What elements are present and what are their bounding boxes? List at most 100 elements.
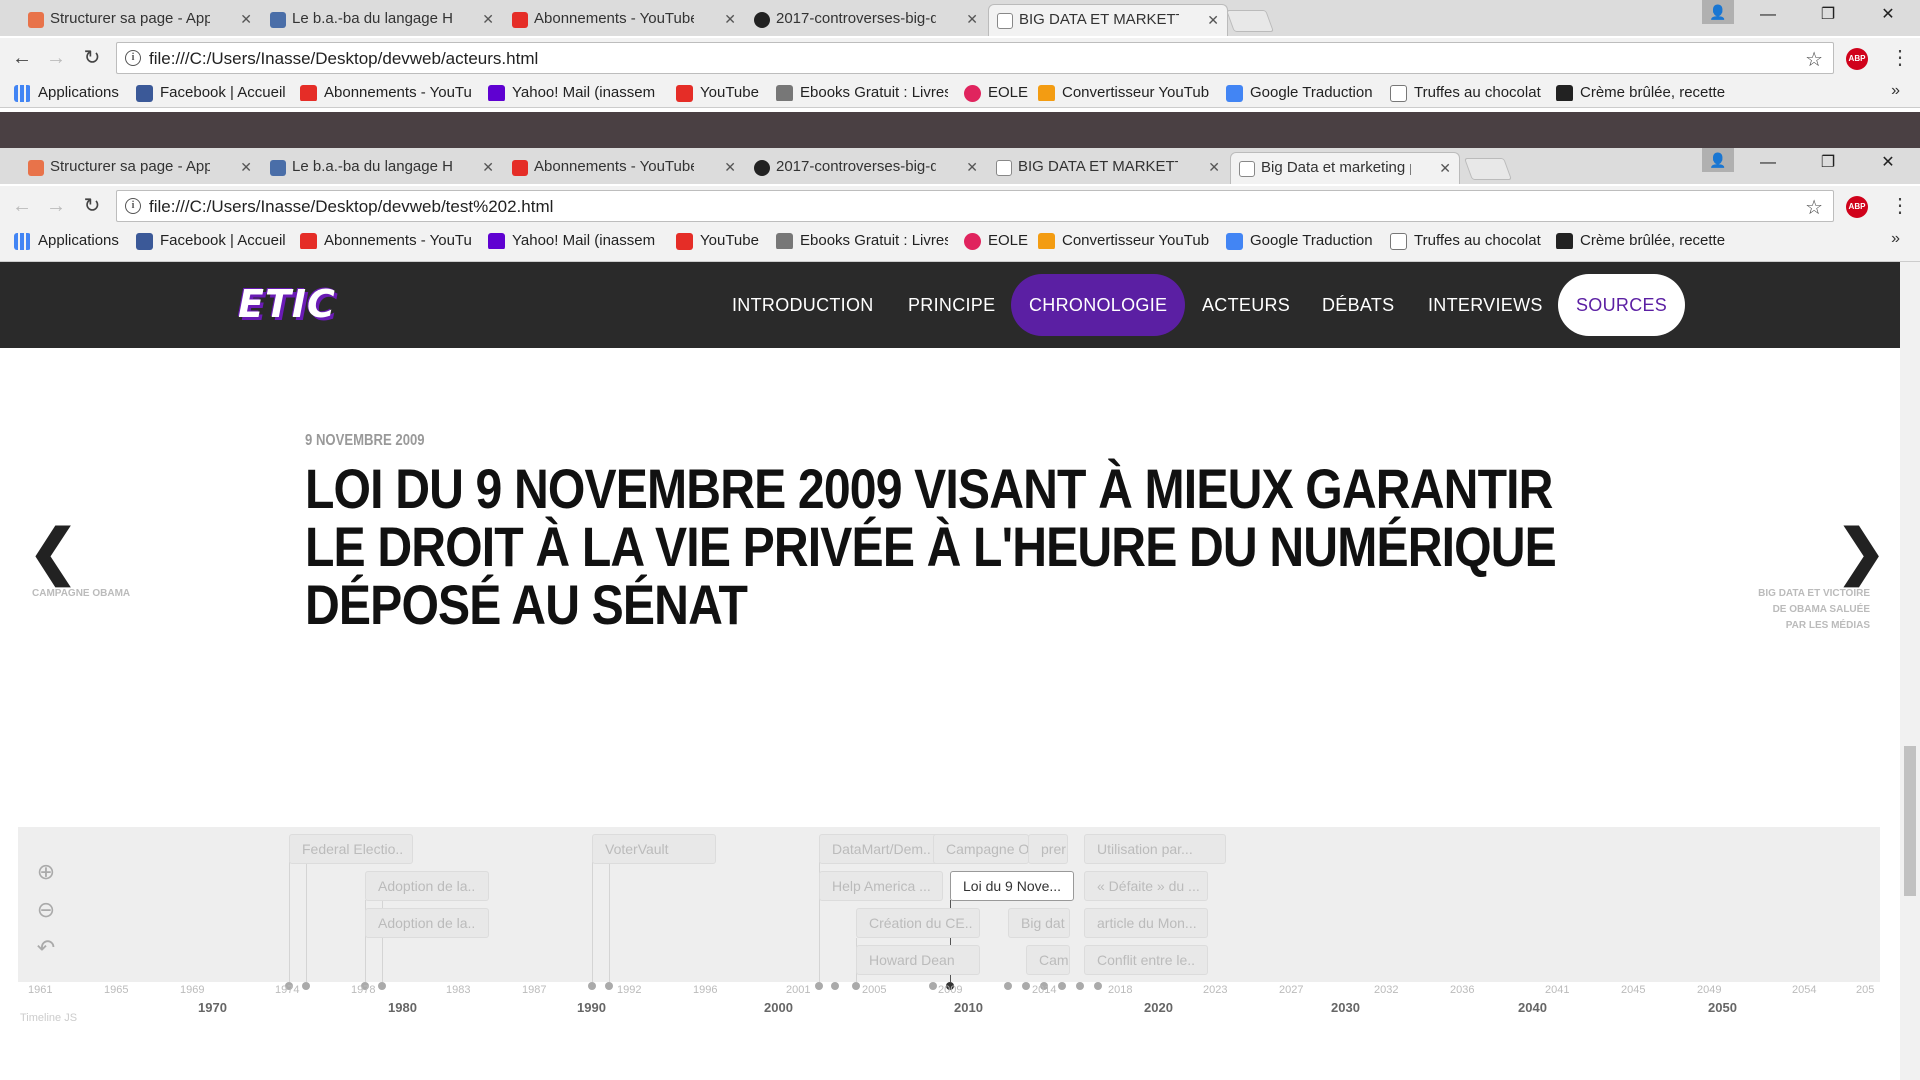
bookmark-abonnements[interactable]: Abonnements - YouTu	[300, 84, 472, 101]
restore-icon[interactable]: ❐	[1800, 0, 1856, 30]
browser1-tab-3[interactable]: Abonnements - YouTube ✕	[504, 4, 744, 36]
timeline-marker[interactable]: Federal Electio..	[289, 834, 413, 864]
url-text[interactable]: file:///C:/Users/Inasse/Desktop/devweb/a…	[149, 49, 538, 69]
bookmark-applications[interactable]: Applications	[14, 232, 119, 250]
close-icon[interactable]: ✕	[724, 4, 736, 34]
info-icon[interactable]: i	[125, 198, 141, 214]
bookmark-star-icon[interactable]: ☆	[1805, 195, 1823, 220]
bookmark-ebooks[interactable]: Ebooks Gratuit : Livres	[776, 84, 948, 101]
new-tab-button[interactable]	[1463, 158, 1513, 180]
bookmark-truffes[interactable]: Truffes au chocolat	[1390, 232, 1541, 250]
site-logo[interactable]: ETIC	[238, 282, 336, 326]
close-window-icon[interactable]: ✕	[1860, 0, 1916, 30]
timeline-marker[interactable]: Cam	[1026, 945, 1070, 975]
bookmark-convertisseur[interactable]: Convertisseur YouTub	[1038, 232, 1210, 249]
timeline-marker[interactable]: VoterVault	[592, 834, 716, 864]
timeline-marker[interactable]: Howard Dean	[856, 945, 980, 975]
close-icon[interactable]: ✕	[724, 152, 736, 182]
menu-icon[interactable]: ⋮	[1890, 46, 1910, 70]
next-slide-label[interactable]: BIG DATA ET VICTOIRE DE OBAMA SALUÉE PAR…	[1756, 586, 1870, 634]
close-icon[interactable]: ✕	[240, 4, 252, 34]
new-tab-button[interactable]	[1225, 10, 1275, 32]
bookmark-youtube[interactable]: YouTube	[676, 232, 759, 250]
prev-slide-label[interactable]: CAMPAGNE OBAMA	[32, 586, 152, 602]
address-bar[interactable]: i file:///C:/Users/Inasse/Desktop/devweb…	[116, 42, 1834, 74]
forward-icon[interactable]: →	[44, 194, 68, 218]
reload-icon[interactable]: ↻	[80, 194, 104, 218]
zoom-out-icon[interactable]: ⊖	[34, 898, 58, 922]
bookmark-star-icon[interactable]: ☆	[1805, 47, 1823, 72]
timeline-marker[interactable]: prer	[1028, 834, 1068, 864]
browser1-tab-4[interactable]: 2017-controverses-big-d ✕	[746, 4, 986, 36]
bookmark-yahoo-mail[interactable]: Yahoo! Mail (inassem	[488, 232, 660, 249]
bookmark-eole[interactable]: EOLE	[964, 84, 1028, 102]
minimize-icon[interactable]: —	[1740, 0, 1796, 30]
bookmark-facebook[interactable]: Facebook | Accueil	[136, 84, 286, 102]
bookmark-youtube[interactable]: YouTube	[676, 84, 759, 102]
timeline-marker[interactable]: Big dat	[1008, 908, 1070, 938]
close-icon[interactable]: ✕	[1439, 153, 1451, 183]
bookmark-ebooks[interactable]: Ebooks Gratuit : Livres	[776, 232, 948, 249]
timeline-marker[interactable]: article du Mon...	[1084, 908, 1208, 938]
bookmarks-overflow-icon[interactable]: »	[1891, 230, 1900, 248]
bookmark-convertisseur[interactable]: Convertisseur YouTub	[1038, 84, 1210, 101]
close-icon[interactable]: ✕	[966, 152, 978, 182]
back-icon[interactable]: ←	[10, 194, 34, 218]
bookmark-google-traduction[interactable]: Google Traduction	[1226, 232, 1373, 250]
bookmarks-overflow-icon[interactable]: »	[1891, 82, 1900, 100]
scrollbar-thumb[interactable]	[1904, 746, 1916, 896]
browser2-tab-4[interactable]: 2017-controverses-big-d ✕	[746, 152, 986, 184]
reload-icon[interactable]: ↻	[80, 46, 104, 70]
browser1-tab-2[interactable]: Le b.a.-ba du langage HT ✕	[262, 4, 502, 36]
forward-icon[interactable]: →	[44, 46, 68, 70]
close-icon[interactable]: ✕	[1208, 152, 1220, 182]
browser2-tab-2[interactable]: Le b.a.-ba du langage HT ✕	[262, 152, 502, 184]
close-icon[interactable]: ✕	[482, 4, 494, 34]
browser2-tab-5[interactable]: BIG DATA ET MARKETTIN ✕	[988, 152, 1228, 184]
close-icon[interactable]: ✕	[240, 152, 252, 182]
address-bar[interactable]: i file:///C:/Users/Inasse/Desktop/devweb…	[116, 190, 1834, 222]
menu-icon[interactable]: ⋮	[1890, 194, 1910, 218]
nav-debats[interactable]: DÉBATS	[1304, 274, 1412, 336]
adblock-icon[interactable]: ABP	[1846, 196, 1868, 218]
prev-slide-icon[interactable]: ❮	[28, 522, 78, 582]
timeline-marker[interactable]: DataMart/Dem..	[819, 834, 943, 864]
timeline-marker[interactable]: Création du CE..	[856, 908, 980, 938]
bookmark-eole[interactable]: EOLE	[964, 232, 1028, 250]
bookmark-abonnements[interactable]: Abonnements - YouTu	[300, 232, 472, 249]
close-icon[interactable]: ✕	[482, 152, 494, 182]
timeline-marker[interactable]: Adoption de la..	[365, 908, 489, 938]
back-icon[interactable]: ←	[10, 46, 34, 70]
nav-principe[interactable]: PRINCIPE	[890, 274, 1013, 336]
bookmark-applications[interactable]: Applications	[14, 84, 119, 102]
timeline-marker[interactable]: Utilisation par...	[1084, 834, 1226, 864]
next-slide-icon[interactable]: ❯	[1836, 522, 1886, 582]
browser2-tab-6[interactable]: Big Data et marketing pc ✕	[1230, 152, 1460, 184]
close-window-icon[interactable]: ✕	[1860, 148, 1916, 178]
adblock-icon[interactable]: ABP	[1846, 48, 1868, 70]
nav-chronologie[interactable]: CHRONOLOGIE	[1011, 274, 1186, 336]
browser2-tab-1[interactable]: Structurer sa page - App ✕	[20, 152, 260, 184]
nav-interviews[interactable]: INTERVIEWS	[1410, 274, 1561, 336]
timeline-marker[interactable]: Campagne O	[933, 834, 1029, 864]
bookmark-google-traduction[interactable]: Google Traduction	[1226, 84, 1373, 102]
profile-icon[interactable]: 👤	[1702, 0, 1734, 24]
timeline-marker[interactable]: « Défaite » du ...	[1084, 871, 1208, 901]
nav-sources[interactable]: SOURCES	[1558, 274, 1686, 336]
timeline-marker[interactable]: Conflit entre le..	[1084, 945, 1208, 975]
timelinejs-credit[interactable]: Timeline JS	[20, 1012, 77, 1024]
bookmark-facebook[interactable]: Facebook | Accueil	[136, 232, 286, 250]
restore-icon[interactable]: ❐	[1800, 148, 1856, 178]
timeline-marker[interactable]: Help America ...	[819, 871, 943, 901]
profile-icon[interactable]: 👤	[1702, 148, 1734, 172]
nav-introduction[interactable]: INTRODUCTION	[714, 274, 892, 336]
bookmark-creme-brulee[interactable]: Crème brûlée, recette	[1556, 84, 1728, 101]
page-scrollbar[interactable]	[1900, 262, 1920, 1080]
undo-icon[interactable]: ↶	[34, 936, 58, 960]
bookmark-creme-brulee[interactable]: Crème brûlée, recette	[1556, 232, 1728, 249]
browser1-tab-5[interactable]: BIG DATA ET MARKETTIN ✕	[988, 4, 1228, 36]
bookmark-truffes[interactable]: Truffes au chocolat	[1390, 84, 1541, 102]
close-icon[interactable]: ✕	[966, 4, 978, 34]
timeline-marker[interactable]: Adoption de la..	[365, 871, 489, 901]
browser2-tab-3[interactable]: Abonnements - YouTube ✕	[504, 152, 744, 184]
